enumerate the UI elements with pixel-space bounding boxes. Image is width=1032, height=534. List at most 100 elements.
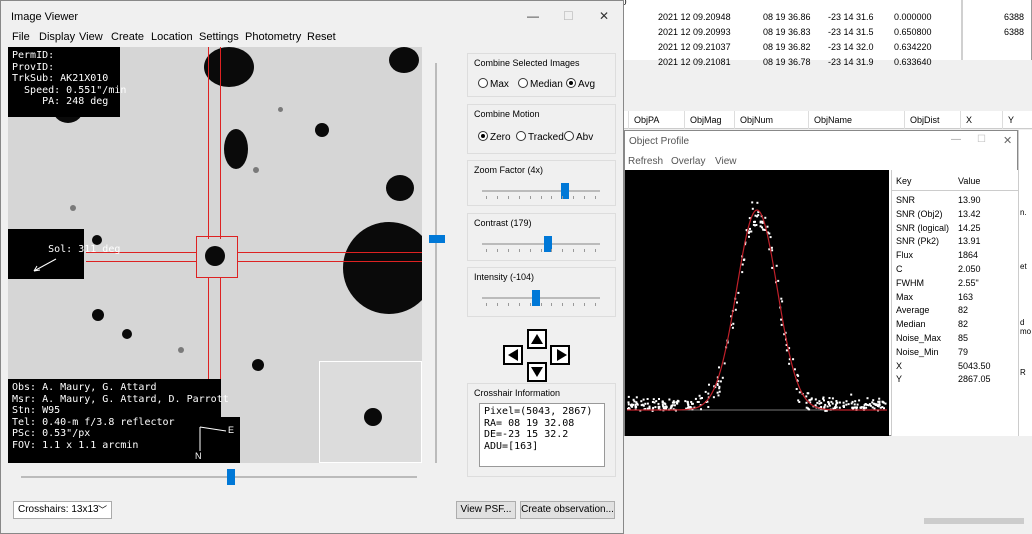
arrow-down-button[interactable]: [527, 362, 547, 382]
object-info-overlay: PermID: ProvID: TrkSub: AK21X010 Speed: …: [8, 47, 126, 117]
menu-overlay[interactable]: Overlay: [671, 156, 705, 167]
data-point: [748, 235, 750, 238]
data-point: [853, 403, 856, 406]
data-point: [717, 394, 720, 397]
data-point: [866, 397, 869, 400]
table-value: 1864: [958, 250, 979, 261]
data-point: [771, 249, 774, 252]
crosshairs-select[interactable]: Crosshairs: 13x13 ﹀: [13, 501, 112, 519]
data-point: [822, 396, 825, 399]
menu-refresh[interactable]: Refresh: [628, 156, 663, 167]
star-field-image[interactable]: PermID: ProvID: TrkSub: AK21X010 Speed: …: [8, 47, 422, 463]
radio-tracked[interactable]: Tracked: [516, 131, 564, 143]
view-psf-button[interactable]: View PSF...: [456, 501, 516, 519]
table-key: SNR (Pk2): [896, 236, 940, 247]
column-separator: [734, 111, 735, 129]
star: [92, 309, 104, 321]
create-observation-button[interactable]: Create observation...: [520, 501, 615, 519]
data-point: [707, 392, 710, 395]
menu-file[interactable]: File: [12, 31, 30, 43]
table-key: Median: [896, 319, 926, 330]
table-key: Noise_Min: [896, 346, 939, 357]
arrow-left-button[interactable]: [503, 345, 523, 365]
arrow-right-button[interactable]: [550, 345, 570, 365]
intensity-slider[interactable]: [482, 288, 600, 308]
data-point: [797, 374, 800, 377]
contrast-slider[interactable]: [482, 234, 600, 254]
menu-display[interactable]: Display: [39, 31, 75, 43]
minimize-button[interactable]: —: [951, 134, 961, 145]
data-point: [845, 403, 848, 406]
data-point: [716, 391, 719, 394]
menu-view[interactable]: View: [79, 31, 103, 43]
radio-max[interactable]: Max: [478, 78, 509, 90]
slider-tick: [508, 303, 509, 306]
radio-abv[interactable]: Abv: [564, 131, 593, 143]
window-title: Image Viewer: [11, 11, 79, 23]
data-point: [646, 402, 649, 405]
background-column-header: ObjDist: [910, 115, 940, 125]
table-row: Median 82: [892, 318, 1019, 332]
data-point: [743, 258, 746, 261]
data-point: [838, 401, 841, 404]
data-point: [736, 301, 738, 304]
menu-reset[interactable]: Reset: [307, 31, 336, 43]
background-edge-text: n.: [1020, 208, 1027, 217]
background-cell: -23 14 31.6: [828, 12, 874, 22]
background-cell: 0.650800: [894, 27, 932, 37]
background-cell: -23 14 32.0: [828, 42, 874, 52]
radio-zero[interactable]: Zero: [478, 131, 511, 143]
crosshair-line: [238, 261, 422, 262]
star: [224, 129, 248, 169]
crosshair-info-text[interactable]: Pixel=(5043, 2867) RA= 08 19 32.08 DE=-2…: [479, 403, 605, 467]
slider-thumb[interactable]: [532, 290, 540, 306]
data-point: [788, 362, 791, 365]
data-point: [635, 401, 638, 404]
slider-thumb[interactable]: [227, 469, 235, 485]
data-point: [652, 398, 655, 401]
maximize-button[interactable]: ☐: [977, 134, 986, 145]
slider-thumb[interactable]: [429, 235, 445, 243]
radio-median[interactable]: Median: [518, 78, 563, 90]
maximize-button[interactable]: ☐: [563, 9, 574, 23]
slider-tick: [551, 196, 552, 199]
select-value: Crosshairs: 13x13: [18, 504, 99, 515]
table-key: FWHM: [896, 277, 924, 288]
background-cell: 08 19 36.78: [763, 57, 811, 67]
contrast-label: Contrast (179): [474, 218, 532, 228]
data-point: [764, 216, 767, 219]
vertical-scroll-slider[interactable]: [429, 63, 445, 463]
menu-view[interactable]: View: [715, 156, 737, 167]
data-point: [642, 398, 645, 401]
arrow-up-button[interactable]: [527, 329, 547, 349]
menu-location[interactable]: Location: [151, 31, 193, 43]
data-point: [657, 407, 660, 410]
data-point: [761, 226, 763, 229]
data-point: [752, 223, 755, 226]
slider-tick: [486, 303, 487, 306]
horizontal-scroll-slider[interactable]: [21, 467, 417, 487]
star: [315, 123, 329, 137]
zoom-slider[interactable]: [482, 181, 600, 201]
compass-overlay: E N: [190, 417, 240, 463]
star: [253, 167, 259, 173]
slider-tick: [584, 303, 585, 306]
background-column-header: Y: [1008, 115, 1015, 125]
data-point: [851, 400, 854, 403]
close-button[interactable]: ✕: [1003, 134, 1012, 147]
menu-create[interactable]: Create: [111, 31, 144, 43]
menu-settings[interactable]: Settings: [199, 31, 239, 43]
minimize-button[interactable]: —: [527, 9, 539, 23]
slider-track: [482, 243, 600, 245]
menu-bar: File Display View Create Location Settin…: [1, 31, 621, 47]
data-point: [655, 400, 658, 403]
data-point: [798, 391, 801, 394]
data-point: [646, 407, 649, 410]
radio-label: Median: [530, 79, 563, 90]
data-point: [818, 402, 821, 405]
background-scrollbar: [924, 518, 1024, 524]
menu-photometry[interactable]: Photometry: [245, 31, 301, 43]
data-point: [795, 388, 798, 390]
close-button[interactable]: ✕: [599, 9, 609, 23]
radio-avg[interactable]: Avg: [566, 78, 595, 90]
